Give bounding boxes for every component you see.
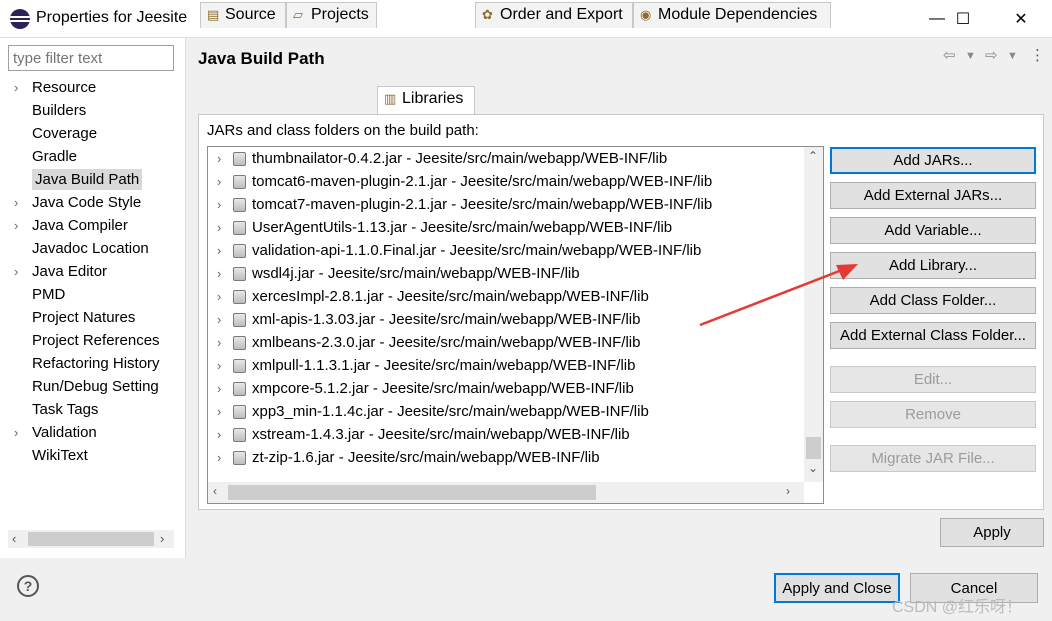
annotation-arrow xyxy=(699,264,858,327)
watermark: CSDN @红乐呀！ xyxy=(892,599,1023,616)
arrowhead xyxy=(836,264,858,280)
apply-and-close-button[interactable]: Apply and Close xyxy=(774,573,900,603)
arrow-shaft xyxy=(699,268,843,327)
help-icon[interactable]: ? xyxy=(17,575,39,597)
